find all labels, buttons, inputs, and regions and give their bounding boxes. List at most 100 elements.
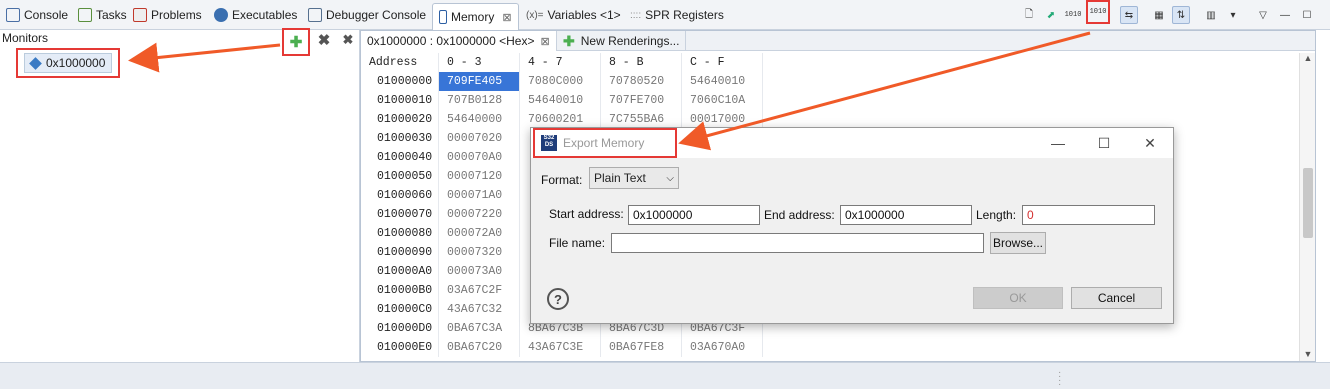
column-header: C - F: [682, 53, 763, 72]
start-address-input[interactable]: [628, 205, 760, 225]
new-file-icon[interactable]: 🗋: [1020, 6, 1038, 24]
memory-cell[interactable]: 000071A0: [439, 186, 520, 205]
file-name-input[interactable]: [611, 233, 984, 253]
monitors-title: Monitors: [2, 31, 49, 45]
memory-cell[interactable]: 709FE405: [439, 72, 520, 91]
memory-cell[interactable]: 00007320: [439, 243, 520, 262]
memory-cell[interactable]: 707FE700: [601, 91, 682, 110]
memory-cell[interactable]: 000073A0: [439, 262, 520, 281]
tab-memory[interactable]: Memory ⊠: [432, 3, 519, 30]
close-icon[interactable]: ✕: [1127, 128, 1173, 158]
vertical-scrollbar[interactable]: ▲ ▼: [1299, 53, 1315, 361]
tab-debugger-console[interactable]: Debugger Console: [308, 4, 426, 26]
layout-icon[interactable]: ▦: [1150, 6, 1168, 24]
address-cell: 01000020: [361, 110, 439, 129]
memory-cell[interactable]: 000072A0: [439, 224, 520, 243]
address-cell: 010000A0: [361, 262, 439, 281]
memory-icon: [439, 10, 447, 24]
format-select[interactable]: Plain Text ⌵: [589, 167, 679, 189]
memory-cell[interactable]: 0BA67C20: [439, 338, 520, 357]
tab-label: Tasks: [96, 8, 127, 22]
dialog-title-highlight: S32 DS Export Memory: [533, 128, 677, 158]
variables-icon: (x)=: [526, 9, 544, 21]
resize-grip-icon[interactable]: · · · ·: [1058, 368, 1061, 389]
tab-problems[interactable]: Problems: [133, 4, 202, 26]
help-icon[interactable]: ?: [547, 288, 569, 310]
scroll-down-icon[interactable]: ▼: [1300, 349, 1316, 359]
scroll-up-icon[interactable]: ▲: [1300, 53, 1316, 63]
memory-cell[interactable]: 0BA67C3A: [439, 319, 520, 338]
memory-cell[interactable]: 54640010: [520, 91, 601, 110]
memory-cell[interactable]: 03A670A0: [682, 338, 763, 357]
tab-tasks[interactable]: Tasks: [78, 4, 127, 26]
chevron-down-icon[interactable]: ▾: [1224, 6, 1242, 24]
memory-cell[interactable]: 000070A0: [439, 148, 520, 167]
end-address-input[interactable]: [840, 205, 972, 225]
address-cell: 010000E0: [361, 338, 439, 357]
s32ds-logo-icon: S32 DS: [541, 135, 557, 151]
address-cell: 01000070: [361, 205, 439, 224]
tab-variables[interactable]: (x)= Variables <1>: [526, 4, 621, 26]
memory-cell[interactable]: 7060C10A: [682, 91, 763, 110]
memory-cell[interactable]: 0BA67FE8: [601, 338, 682, 357]
memory-cell[interactable]: 00007020: [439, 129, 520, 148]
tab-new-renderings[interactable]: ✚ New Renderings...: [557, 31, 687, 51]
import-memory-button[interactable]: 1010: [1064, 6, 1082, 24]
memory-cell[interactable]: 03A67C2F: [439, 281, 520, 300]
remove-monitor-icon[interactable]: ✖: [314, 30, 334, 50]
address-cell: 010000C0: [361, 300, 439, 319]
export-memory-dialog: S32 DS Export Memory — ☐ ✕ Format: Plain …: [530, 127, 1174, 324]
columns-icon[interactable]: ▥: [1202, 6, 1220, 24]
memory-cell[interactable]: 00007220: [439, 205, 520, 224]
column-header: 8 - B: [601, 53, 682, 72]
swap-icon[interactable]: ⇅: [1172, 6, 1190, 24]
tab-label: 0x1000000 : 0x1000000 <Hex>: [367, 34, 535, 48]
minimize-icon[interactable]: —: [1276, 6, 1294, 24]
ok-button[interactable]: OK: [973, 287, 1063, 309]
link-icon[interactable]: ⇆: [1120, 6, 1138, 24]
tab-hex-rendering[interactable]: 0x1000000 : 0x1000000 <Hex> ⊠: [361, 31, 557, 51]
memory-cell[interactable]: 707B0128: [439, 91, 520, 110]
tab-executables[interactable]: Executables: [214, 4, 297, 26]
close-icon[interactable]: ⊠: [540, 35, 549, 48]
end-address-label: End address:: [764, 208, 835, 222]
window-controls: — ☐ ✕: [1035, 128, 1173, 158]
memory-cell[interactable]: 00007120: [439, 167, 520, 186]
address-cell: 010000B0: [361, 281, 439, 300]
chevron-down-icon: ⌵: [666, 172, 674, 184]
memory-cell[interactable]: 43A67C3E: [520, 338, 601, 357]
memory-cell[interactable]: 70780520: [601, 72, 682, 91]
memory-cell[interactable]: 54640000: [439, 110, 520, 129]
memory-cell[interactable]: 43A67C32: [439, 300, 520, 319]
column-header: Address: [361, 53, 439, 72]
tab-console[interactable]: Console: [6, 4, 68, 26]
table-row: 01000000 709FE405 7080C000 70780520 54640010: [361, 72, 763, 91]
cancel-button[interactable]: Cancel: [1071, 287, 1162, 309]
maximize-icon[interactable]: ☐: [1081, 128, 1127, 158]
close-icon[interactable]: ⊠: [502, 11, 511, 24]
scroll-thumb[interactable]: [1303, 168, 1313, 238]
memory-cell[interactable]: 7080C000: [520, 72, 601, 91]
tab-spr-registers[interactable]: :::: SPR Registers: [630, 4, 724, 26]
tab-label: SPR Registers: [645, 8, 724, 22]
monitor-list-item[interactable]: 0x1000000: [16, 48, 120, 78]
browse-button[interactable]: Browse...: [990, 232, 1046, 254]
table-header-row: Address 0 - 3 4 - 7 8 - B C - F: [361, 53, 763, 72]
add-icon: ✚: [563, 32, 575, 49]
import-icon[interactable]: ⬈: [1042, 6, 1060, 24]
memory-cell[interactable]: 54640010: [682, 72, 763, 91]
maximize-icon[interactable]: ☐: [1298, 6, 1316, 24]
export-memory-button[interactable]: 1010: [1086, 0, 1110, 24]
debugger-console-icon: [308, 8, 322, 22]
minimize-icon[interactable]: —: [1035, 128, 1081, 158]
monitor-icon: [29, 56, 42, 70]
column-header: 0 - 3: [439, 53, 520, 72]
length-label: Length:: [976, 208, 1017, 222]
column-header: 4 - 7: [520, 53, 601, 72]
tab-label: Problems: [151, 8, 202, 22]
remove-all-monitors-icon[interactable]: ✖: [338, 30, 358, 50]
view-tab-bar: Console Tasks Problems Executables Debug…: [0, 0, 1330, 30]
view-menu-icon[interactable]: ▽: [1254, 6, 1272, 24]
length-input[interactable]: [1022, 205, 1155, 225]
add-monitor-button[interactable]: ✚: [282, 28, 310, 56]
